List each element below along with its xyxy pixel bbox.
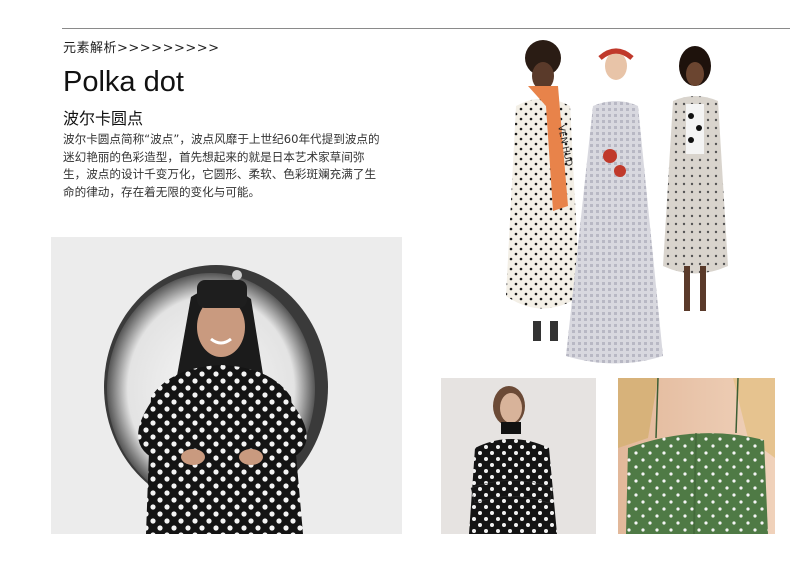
model-polka-suit-photo [51, 237, 402, 534]
description-paragraph: 波尔卡圆点简称“波点”，波点风靡于上世纪60年代提到波点的迷幻艳丽的色彩造型，首… [63, 132, 380, 199]
header-divider [62, 28, 790, 29]
section-tag: 元素解析>>>>>>>>> [63, 41, 220, 56]
runway-models-photo: VEN HUD [488, 36, 748, 376]
model-crossed-arms-photo [441, 378, 596, 534]
page-title-english: Polka dot [63, 66, 184, 98]
page-title-chinese: 波尔卡圆点 [63, 109, 144, 128]
green-satin-slip-photo [618, 378, 775, 534]
